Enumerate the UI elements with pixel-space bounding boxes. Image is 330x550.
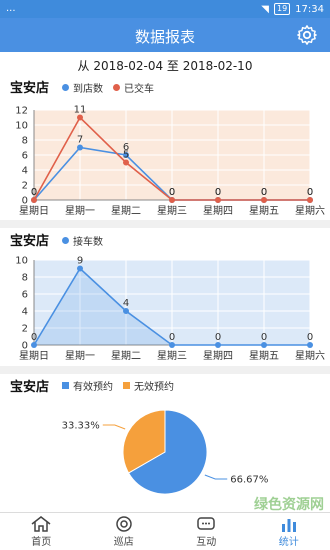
y-tick-label: 2 [22,324,28,335]
legend-label: 到店数 [73,84,103,95]
chat-icon [197,517,215,530]
y-tick-label: 4 [22,307,28,318]
legend-dot [62,237,69,244]
x-tick-label: 星期四 [203,205,233,217]
tab-stats[interactable]: 统计 [248,513,330,550]
pickup-area-chart: 0246810星期日 星期一 星期二 星期三 星期四 星期五 星期六0940 0 0 0 [15,256,325,363]
data-label: 7 [77,135,83,146]
x-tick-label: 星期四 [203,350,233,362]
battery-icon: 19 [273,3,291,15]
y-tick-label: 0 [22,341,28,352]
legend-item: 有效预约 [62,378,113,393]
legend-swatch [62,382,69,389]
chart1-legend: 到店数 已交车 [62,80,154,95]
y-tick-label: 10 [15,256,28,267]
chart3-legend: 有效预约 无效预约 [62,378,174,393]
divider [0,220,330,228]
status-left: ... [6,3,16,14]
patrol-icon [116,516,132,532]
chart2-title: 宝安店 [10,234,50,249]
divider [0,366,330,374]
visit-line-chart: 024681012星期日 星期一 星期二 星期三 星期四 星期五 星期六0760 0 0 0011… [15,105,325,218]
legend-item: 接车数 [62,233,103,248]
legend-dot [62,84,69,91]
y-tick-label: 2 [22,181,28,192]
home-icon [31,516,51,532]
data-label: 0 [261,187,267,198]
slice-label: 33.33% [62,420,100,431]
data-label: 0 [31,332,37,343]
data-label: 0 [307,332,313,343]
tab-home[interactable]: 首页 [0,513,83,550]
legend-label: 有效预约 [73,382,113,393]
data-label: 0 [215,332,221,343]
x-tick-label: 星期三 [157,350,187,362]
legend-swatch [123,382,130,389]
y-tick-label: 12 [15,106,28,117]
status-icons: ◥ 19 17:34 [261,3,324,15]
data-label: 0 [169,187,175,198]
data-label: 0 [307,187,313,198]
legend-item: 已交车 [113,80,154,95]
chart1-title: 宝安店 [10,81,50,96]
legend-label: 已交车 [124,84,154,95]
x-tick-label: 星期一 [65,205,95,217]
legend-label: 接车数 [73,237,103,248]
x-tick-label: 星期六 [295,205,325,217]
y-tick-label: 10 [15,121,28,132]
data-label: 0 [261,332,267,343]
data-label: 4 [123,298,129,309]
page-title: 数据报表 [134,28,195,46]
data-label: 9 [77,256,83,267]
x-tick-label: 星期二 [111,205,141,217]
x-tick-label: 星期五 [249,350,279,362]
data-label: 0 [31,187,37,198]
status-time: 17:34 [295,3,324,15]
y-tick-label: 0 [22,196,28,207]
date-range: 从 2018-02-04 至 2018-02-10 [77,59,253,73]
x-tick-label: 星期五 [249,205,279,217]
y-tick-label: 8 [22,273,28,284]
x-tick-label: 星期一 [65,350,95,362]
y-tick-label: 4 [22,166,28,177]
x-tick-label: 星期日 [19,350,49,362]
legend-dot [113,84,120,91]
data-label: 0 [215,187,221,198]
y-tick-label: 6 [22,151,28,162]
status-bar: ... ◥ 19 17:34 [0,0,330,18]
data-label: 5 [123,150,129,161]
slice-leader-line [204,474,228,480]
y-tick-label: 8 [22,136,28,147]
wifi-icon: ◥ [261,3,269,15]
stats-icon [281,519,296,532]
legend-item: 到店数 [62,80,103,95]
data-label: 0 [169,332,175,343]
tab-label: 统计 [278,537,299,548]
x-tick-label: 星期日 [19,205,49,217]
tab-label: 巡店 [113,537,134,548]
tab-interact[interactable]: 互动 [165,513,248,550]
y-tick-label: 6 [22,290,28,301]
slice-leader-line [102,424,126,430]
data-label: 11 [74,105,87,116]
slice-label: 66.67% [230,475,268,486]
tab-patrol[interactable]: 巡店 [83,513,166,550]
chart2-legend: 接车数 [62,233,103,248]
legend-item: 无效预约 [123,378,174,393]
x-tick-label: 星期二 [111,350,141,362]
app-header: 数据报表 [0,18,330,52]
gear-icon[interactable] [296,24,318,46]
x-tick-label: 星期六 [295,350,325,362]
booking-pie-chart: 66.67% 33.33% [62,409,268,495]
x-tick-label: 星期三 [157,205,187,217]
legend-label: 无效预约 [134,382,174,393]
watermark: 绿色资源网 [254,497,324,513]
bottom-tab-bar: 首页 巡店 互动 统计 [0,512,330,550]
tab-label: 首页 [31,537,52,548]
tab-label: 互动 [196,537,217,548]
